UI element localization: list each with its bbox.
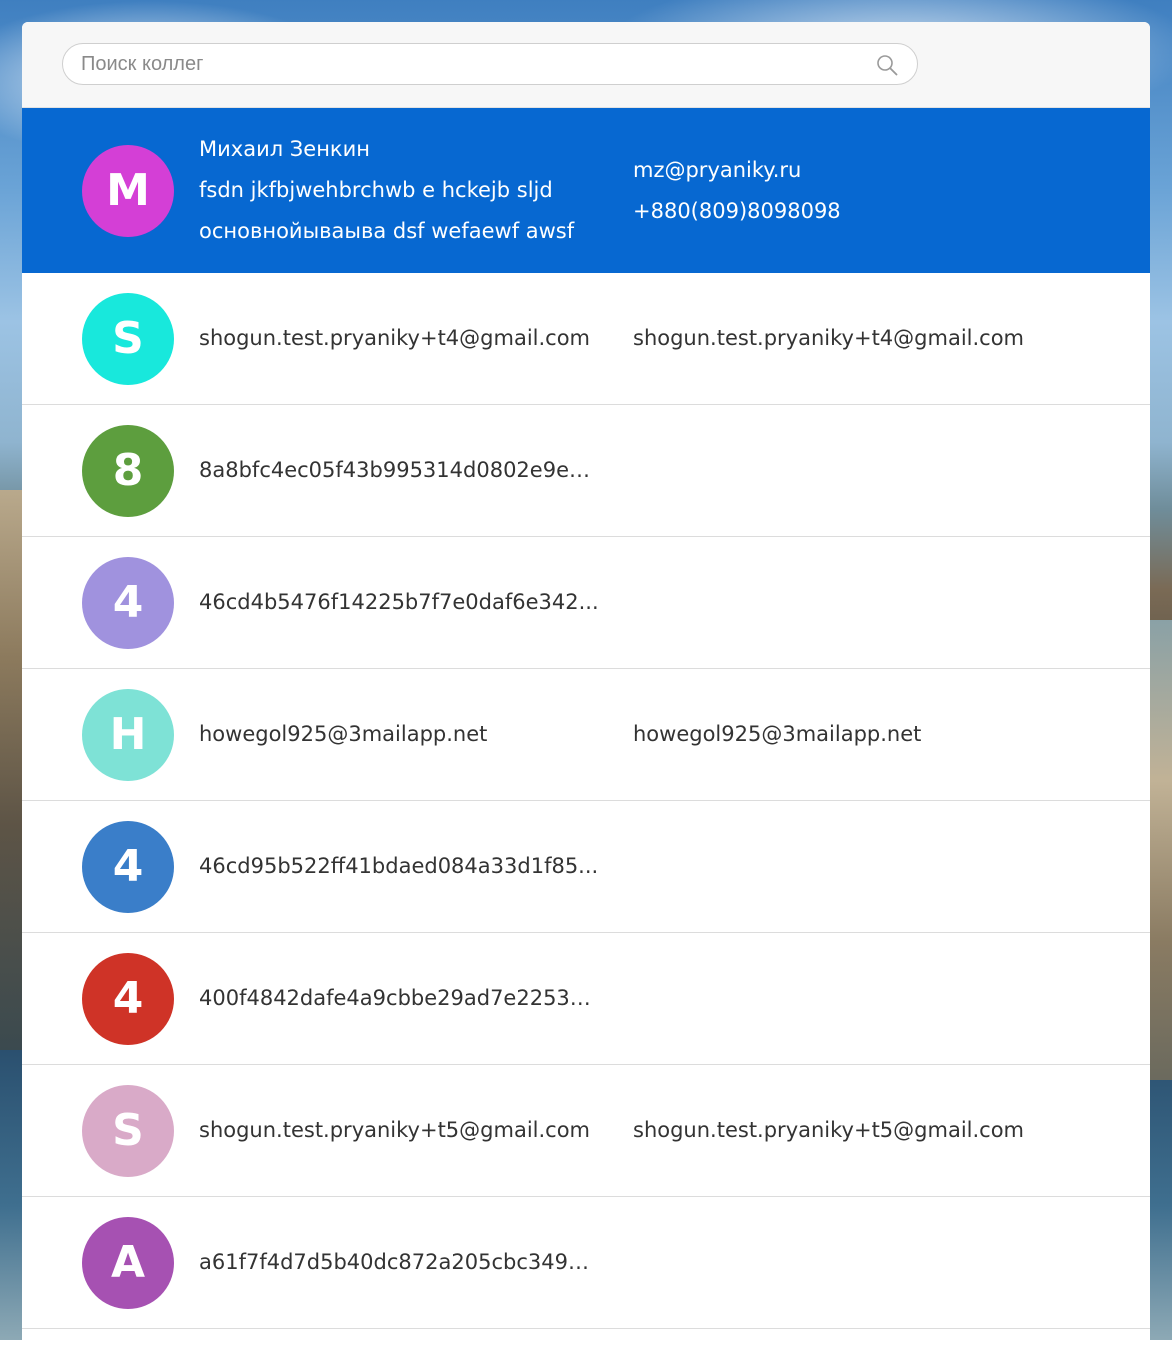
person-name[interactable]: 400f4842dafe4a9cbbe29ad7e22537... <box>199 978 599 1019</box>
person-contacts: shogun.test.pryaniky+t4@gmail.com <box>633 273 1113 404</box>
avatar[interactable]: 4 <box>82 821 174 913</box>
colleagues-panel: M Михаил Зенкин fsdn jkfbjwehbrchwb e hc… <box>22 22 1150 1352</box>
avatar[interactable]: 8 <box>82 425 174 517</box>
person-name[interactable]: howegol925@3mailapp.net <box>199 714 599 755</box>
list-item[interactable]: 4 46cd95b522ff41bdaed084a33d1f85... <box>22 801 1150 933</box>
avatar[interactable]: A <box>82 1217 174 1309</box>
list-item[interactable]: S shogun.test.pryaniky+t4@gmail.com shog… <box>22 273 1150 405</box>
list-item[interactable]: H howegol925@3mailapp.net howegol925@3ma… <box>22 669 1150 801</box>
person-email[interactable]: howegol925@3mailapp.net <box>633 714 1113 755</box>
person-phone[interactable]: +880(809)8098098 <box>633 191 1113 232</box>
colleagues-list: M Михаил Зенкин fsdn jkfbjwehbrchwb e hc… <box>22 108 1150 1329</box>
person-info: 8a8bfc4ec05f43b995314d0802e9ee... <box>199 405 599 536</box>
avatar[interactable]: 4 <box>82 557 174 649</box>
person-contacts <box>633 801 1113 932</box>
person-contacts <box>633 1197 1113 1328</box>
search-box[interactable] <box>62 43 918 85</box>
person-info: 46cd95b522ff41bdaed084a33d1f85... <box>199 801 599 932</box>
search-input[interactable] <box>81 44 841 84</box>
person-info: 46cd4b5476f14225b7f7e0daf6e342... <box>199 537 599 668</box>
person-info: Михаил Зенкин fsdn jkfbjwehbrchwb e hcke… <box>199 108 599 273</box>
search-icon[interactable] <box>875 53 899 77</box>
person-contacts <box>633 537 1113 668</box>
person-name[interactable]: Михаил Зенкин <box>199 129 599 170</box>
person-name[interactable]: a61f7f4d7d5b40dc872a205cbc3497f... <box>199 1242 599 1283</box>
person-info: a61f7f4d7d5b40dc872a205cbc3497f... <box>199 1197 599 1328</box>
person-contacts <box>633 933 1113 1064</box>
person-name[interactable]: shogun.test.pryaniky+t4@gmail.com <box>199 318 599 359</box>
search-bar <box>22 22 1150 108</box>
person-name[interactable]: 8a8bfc4ec05f43b995314d0802e9ee... <box>199 450 599 491</box>
person-info: 400f4842dafe4a9cbbe29ad7e22537... <box>199 933 599 1064</box>
list-item-selected[interactable]: M Михаил Зенкин fsdn jkfbjwehbrchwb e hc… <box>22 108 1150 273</box>
avatar[interactable]: H <box>82 689 174 781</box>
person-name[interactable]: shogun.test.pryaniky+t5@gmail.com <box>199 1110 599 1151</box>
person-email[interactable]: shogun.test.pryaniky+t4@gmail.com <box>633 318 1113 359</box>
person-name[interactable]: 46cd95b522ff41bdaed084a33d1f85... <box>199 846 599 887</box>
person-info: howegol925@3mailapp.net <box>199 669 599 800</box>
avatar[interactable]: 4 <box>82 953 174 1045</box>
list-item[interactable]: 4 400f4842dafe4a9cbbe29ad7e22537... <box>22 933 1150 1065</box>
person-contacts: mz@pryaniky.ru +880(809)8098098 <box>633 108 1113 273</box>
person-department: основнойываыва dsf wefaewf awsf <box>199 219 575 243</box>
person-position: fsdn jkfbjwehbrchwb e hckejb sljd <box>199 178 553 202</box>
person-contacts: howegol925@3mailapp.net <box>633 669 1113 800</box>
list-item[interactable]: 4 46cd4b5476f14225b7f7e0daf6e342... <box>22 537 1150 669</box>
avatar[interactable]: M <box>82 145 174 237</box>
list-item[interactable]: 8 8a8bfc4ec05f43b995314d0802e9ee... <box>22 405 1150 537</box>
person-contacts <box>633 405 1113 536</box>
list-item[interactable]: A a61f7f4d7d5b40dc872a205cbc3497f... <box>22 1197 1150 1329</box>
person-info: shogun.test.pryaniky+t5@gmail.com <box>199 1065 599 1196</box>
avatar[interactable]: S <box>82 293 174 385</box>
list-item[interactable]: S shogun.test.pryaniky+t5@gmail.com shog… <box>22 1065 1150 1197</box>
avatar[interactable]: S <box>82 1085 174 1177</box>
person-info: shogun.test.pryaniky+t4@gmail.com <box>199 273 599 404</box>
person-name[interactable]: 46cd4b5476f14225b7f7e0daf6e342... <box>199 582 599 623</box>
person-email[interactable]: shogun.test.pryaniky+t5@gmail.com <box>633 1110 1113 1151</box>
person-contacts: shogun.test.pryaniky+t5@gmail.com <box>633 1065 1113 1196</box>
person-email[interactable]: mz@pryaniky.ru <box>633 150 1113 191</box>
